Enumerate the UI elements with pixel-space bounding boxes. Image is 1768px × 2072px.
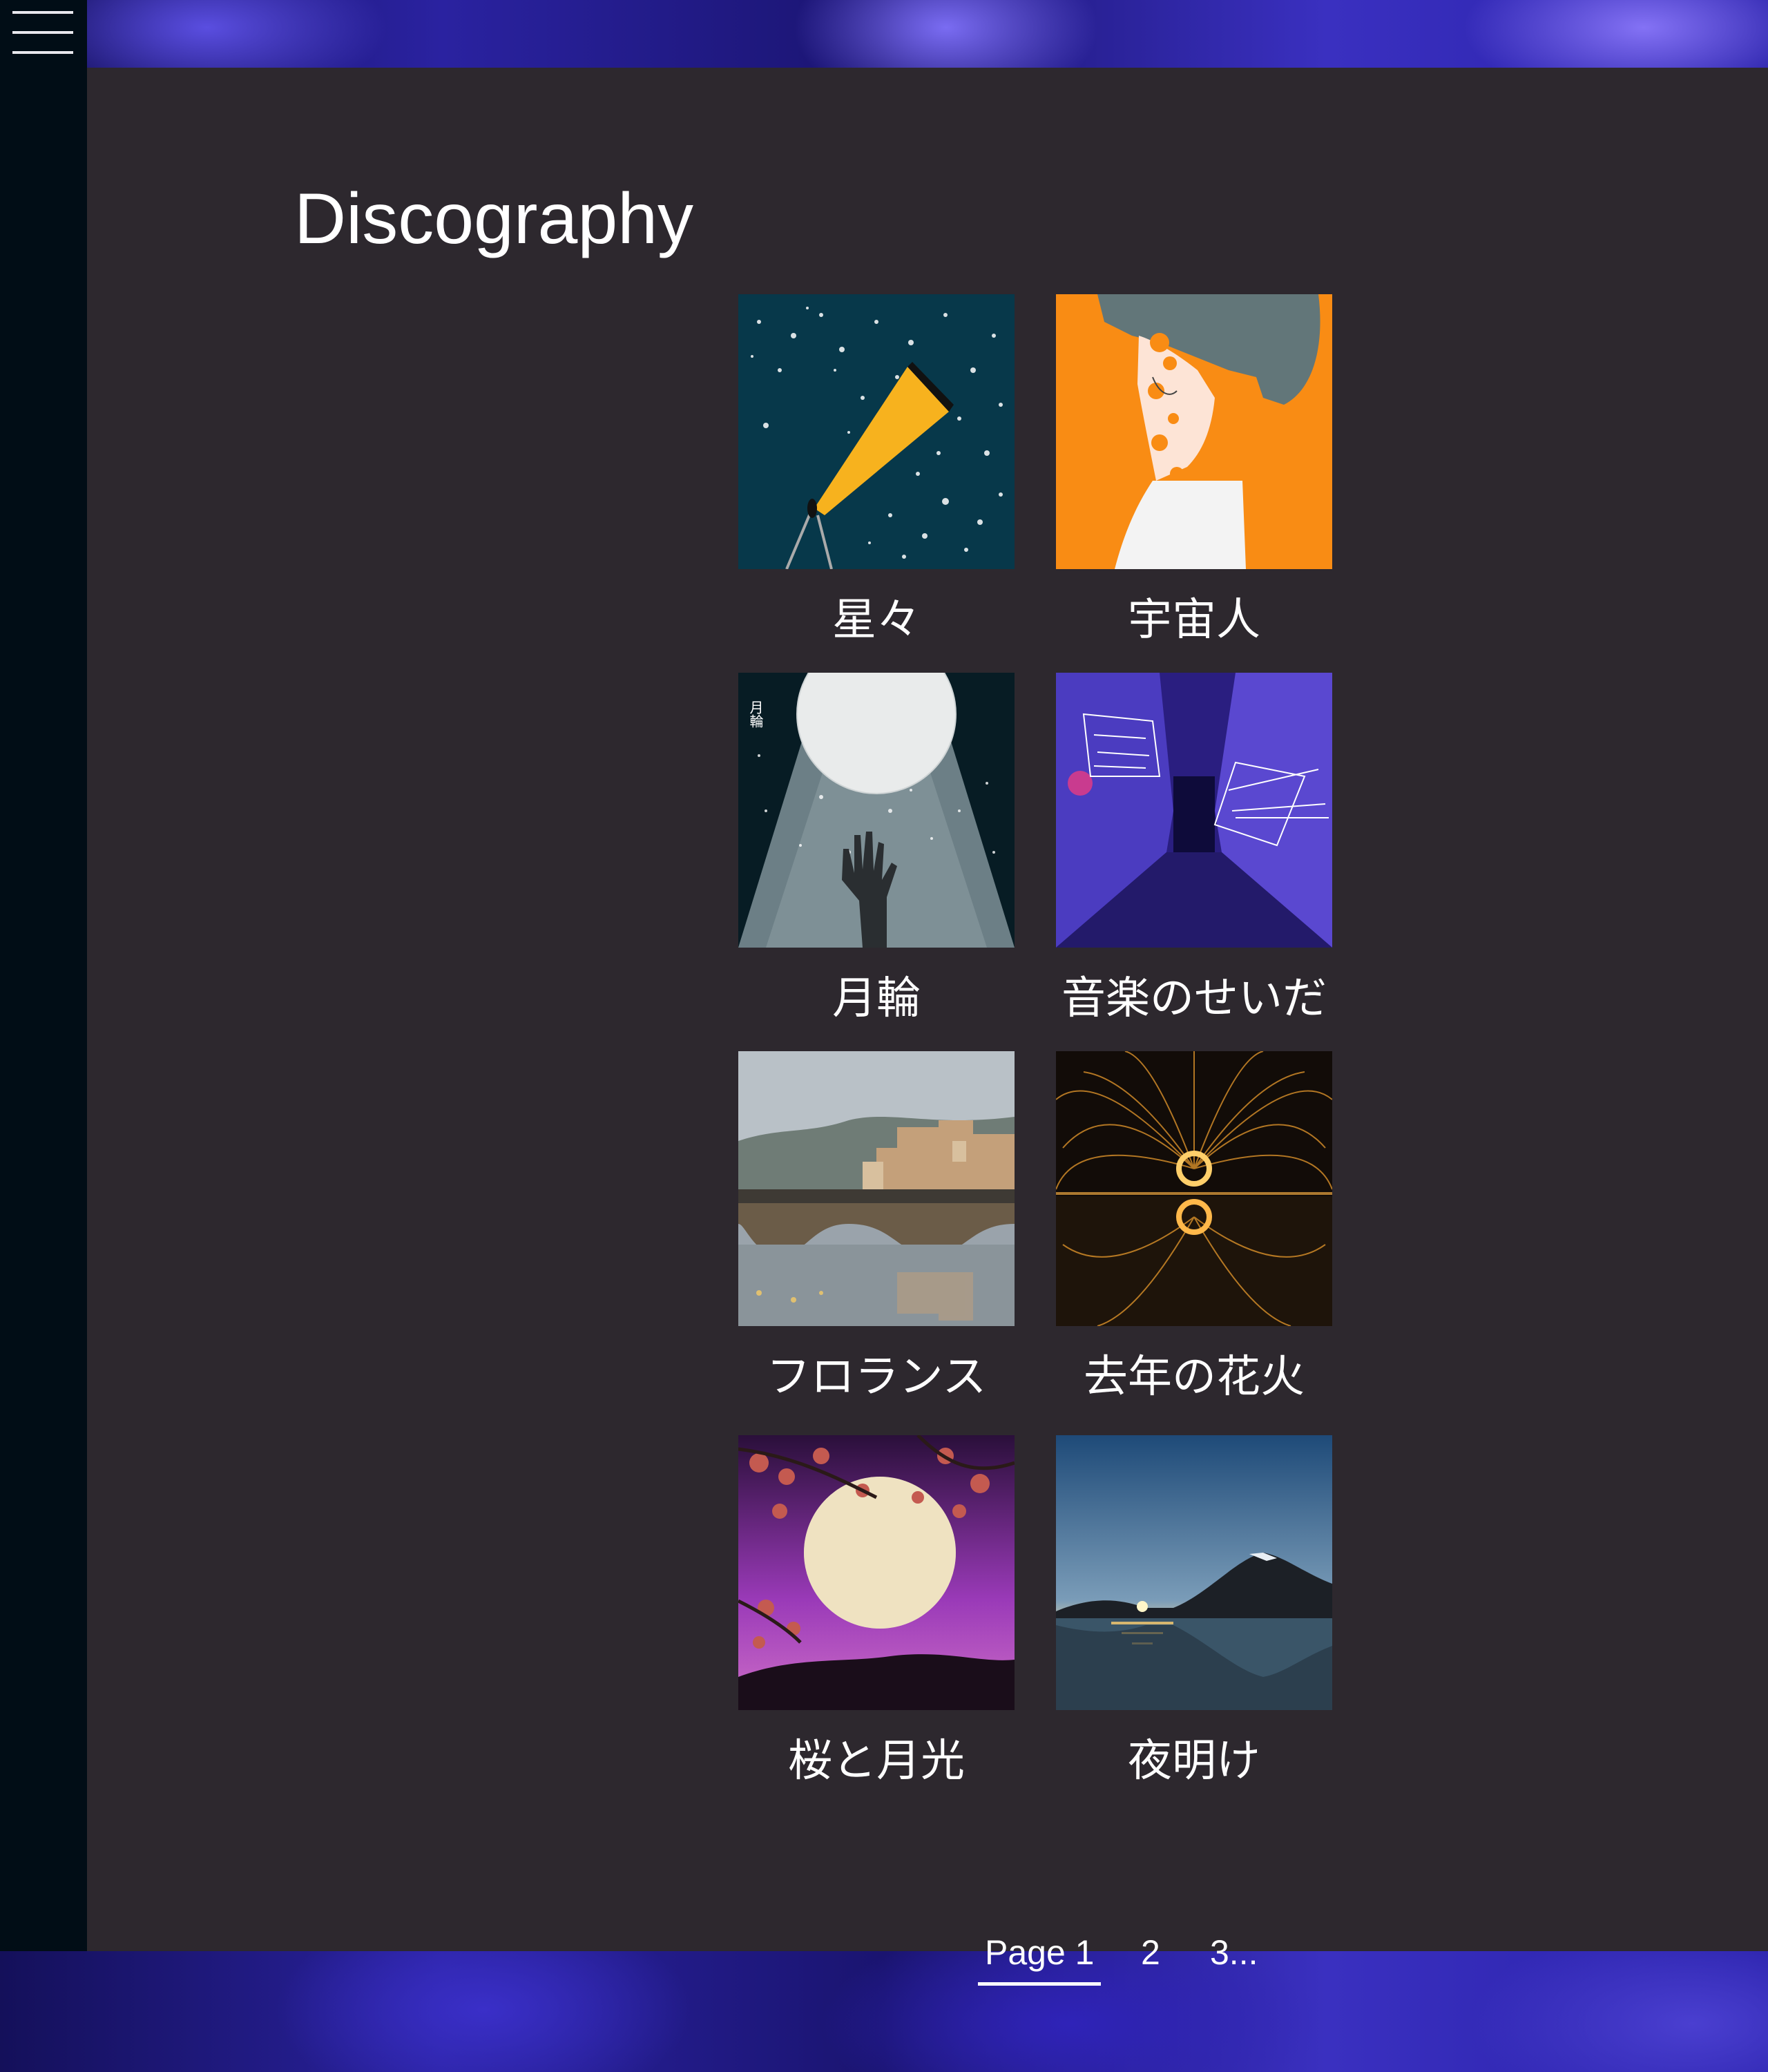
album-title[interactable]: 宇宙人 — [1035, 584, 1353, 648]
album-title[interactable]: 桜と月光 — [718, 1725, 1035, 1789]
album-title[interactable]: 夜明け — [1035, 1725, 1353, 1789]
album-card[interactable]: 去年の花火 — [1056, 1051, 1332, 1405]
album-cover-yoake[interactable] — [1056, 1435, 1332, 1710]
page-link-2[interactable]: 2 — [1141, 1932, 1160, 1973]
album-card[interactable]: 星々 — [738, 294, 1015, 648]
page-link-current[interactable]: Page 1 — [978, 1932, 1102, 1986]
album-title[interactable]: 月輪 — [718, 963, 1035, 1026]
hamburger-menu-icon[interactable] — [12, 8, 73, 57]
main-content: Discography 星々 宇宙人 月輪 月輪 音楽のせいだ フロランス 去年… — [87, 68, 1768, 1986]
album-cover-hoshiboshi[interactable] — [738, 294, 1015, 569]
album-title[interactable]: フロランス — [718, 1341, 1035, 1405]
album-card[interactable]: 宇宙人 — [1056, 294, 1332, 648]
album-card[interactable]: 音楽のせいだ — [1056, 673, 1332, 1026]
sidebar — [0, 0, 87, 1951]
album-title[interactable]: 音楽のせいだ — [1035, 963, 1353, 1026]
album-cover-kyonen-no-hanabi[interactable] — [1056, 1051, 1332, 1326]
album-card[interactable]: 夜明け — [1056, 1435, 1332, 1789]
album-title[interactable]: 去年の花火 — [1035, 1341, 1353, 1405]
album-card[interactable]: 月輪 月輪 — [738, 673, 1015, 1026]
album-card[interactable]: 桜と月光 — [738, 1435, 1015, 1789]
album-cover-ongaku-no-sei-da[interactable] — [1056, 673, 1332, 948]
cover-text: 月輪 — [747, 700, 764, 728]
album-cover-uchuujin[interactable] — [1056, 294, 1332, 569]
album-card[interactable]: フロランス — [738, 1051, 1015, 1405]
album-title[interactable]: 星々 — [718, 584, 1035, 648]
album-cover-florence[interactable] — [738, 1051, 1015, 1326]
album-cover-tsukinowa[interactable]: 月輪 — [738, 673, 1015, 948]
page-title: Discography — [294, 179, 694, 259]
page-link-3[interactable]: 3... — [1210, 1932, 1258, 1973]
album-cover-sakura-to-gekkou[interactable] — [738, 1435, 1015, 1710]
